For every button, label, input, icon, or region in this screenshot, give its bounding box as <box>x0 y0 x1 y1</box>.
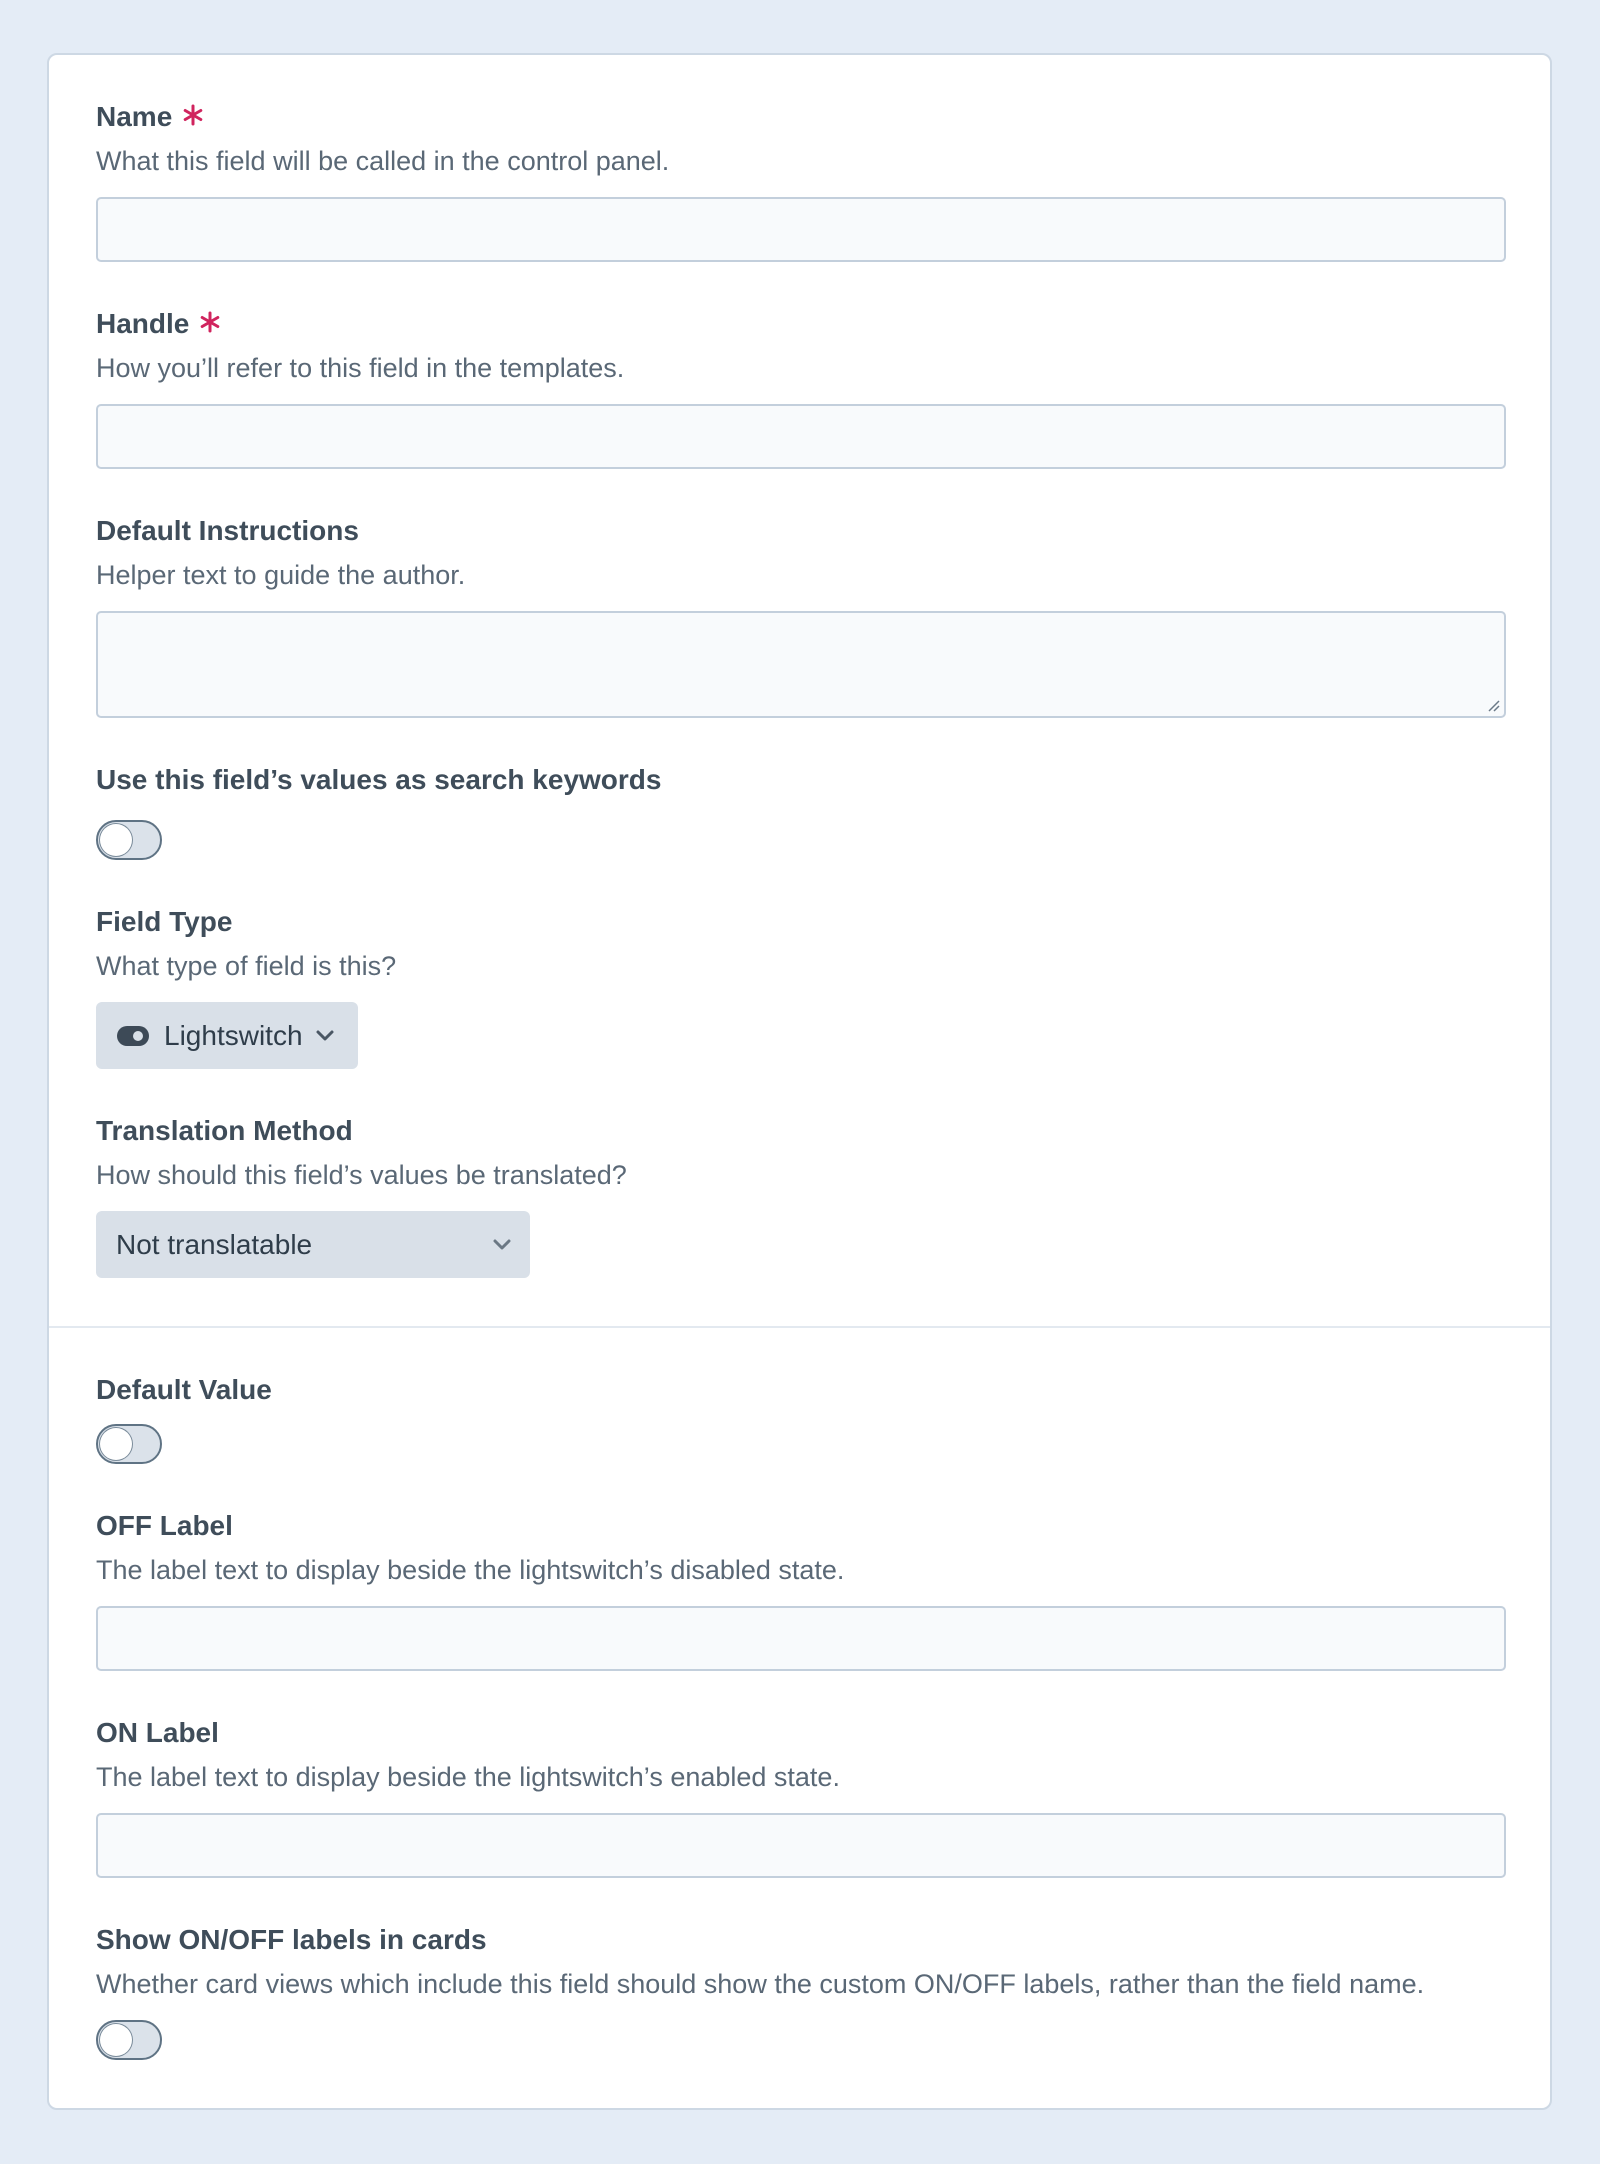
resize-handle-icon[interactable] <box>1486 698 1500 712</box>
default-value-toggle[interactable] <box>96 1424 162 1464</box>
lightswitch-icon <box>117 1025 149 1046</box>
translation-method-instructions: How should this field’s values be transl… <box>96 1160 627 1190</box>
on-label-instructions: The label text to display beside the lig… <box>96 1762 840 1792</box>
show-labels-in-cards-field: Show ON/OFF labels in cards Whether card… <box>96 1922 1503 2060</box>
translation-method-select[interactable]: Not translatable <box>96 1211 530 1278</box>
default-instructions-instructions: Helper text to guide the author. <box>96 560 466 590</box>
field-type-field: Field Type What type of field is this? L… <box>96 904 1503 1069</box>
name-label: Name <box>96 101 173 132</box>
default-value-field: Default Value <box>96 1372 1503 1464</box>
off-label-input[interactable] <box>96 1606 1506 1671</box>
toggle-knob <box>100 824 132 856</box>
field-settings-card: Name What this field will be called in t… <box>47 53 1552 2110</box>
show-labels-in-cards-toggle[interactable] <box>96 2020 162 2060</box>
off-label-instructions: The label text to display beside the lig… <box>96 1555 845 1585</box>
chevron-down-icon <box>316 1030 334 1040</box>
field-type-instructions: What type of field is this? <box>96 951 397 981</box>
on-label-label: ON Label <box>96 1717 219 1748</box>
default-value-label: Default Value <box>96 1374 272 1405</box>
handle-field: Handle How you’ll refer to this field in… <box>96 306 1506 469</box>
lightswitch-settings-section: Default Value OFF Label The label text t… <box>49 1328 1550 2060</box>
name-input[interactable] <box>96 197 1506 262</box>
off-label-label: OFF Label <box>96 1510 233 1541</box>
chevron-down-icon <box>493 1239 511 1249</box>
search-keywords-label: Use this field’s values as search keywor… <box>96 764 662 795</box>
show-labels-in-cards-instructions: Whether card views which include this fi… <box>96 1969 1425 1999</box>
off-label-field: OFF Label The label text to display besi… <box>96 1508 1506 1671</box>
search-keywords-toggle[interactable] <box>96 820 162 860</box>
on-label-field: ON Label The label text to display besid… <box>96 1715 1506 1878</box>
translation-method-label: Translation Method <box>96 1115 353 1146</box>
field-type-select[interactable]: Lightswitch <box>96 1002 358 1069</box>
name-field: Name What this field will be called in t… <box>96 99 1506 262</box>
default-instructions-label: Default Instructions <box>96 515 359 546</box>
required-asterisk-icon <box>201 311 220 333</box>
search-keywords-field: Use this field’s values as search keywor… <box>96 762 1503 860</box>
translation-method-selected: Not translatable <box>116 1228 313 1260</box>
on-label-input[interactable] <box>96 1813 1506 1878</box>
translation-method-field: Translation Method How should this field… <box>96 1113 1503 1278</box>
toggle-knob <box>100 2024 132 2056</box>
handle-input[interactable] <box>96 404 1506 469</box>
required-asterisk-icon <box>183 104 203 126</box>
general-settings-section: Name What this field will be called in t… <box>49 55 1550 1278</box>
handle-instructions: How you’ll refer to this field in the te… <box>96 353 625 383</box>
show-labels-in-cards-label: Show ON/OFF labels in cards <box>96 1924 487 1955</box>
field-type-label: Field Type <box>96 906 233 937</box>
default-instructions-textarea[interactable] <box>96 611 1506 718</box>
toggle-knob <box>100 1428 132 1460</box>
field-type-selected: Lightswitch <box>164 1019 303 1051</box>
name-instructions: What this field will be called in the co… <box>96 146 670 176</box>
handle-label: Handle <box>96 308 190 339</box>
default-instructions-field: Default Instructions Helper text to guid… <box>96 513 1506 718</box>
